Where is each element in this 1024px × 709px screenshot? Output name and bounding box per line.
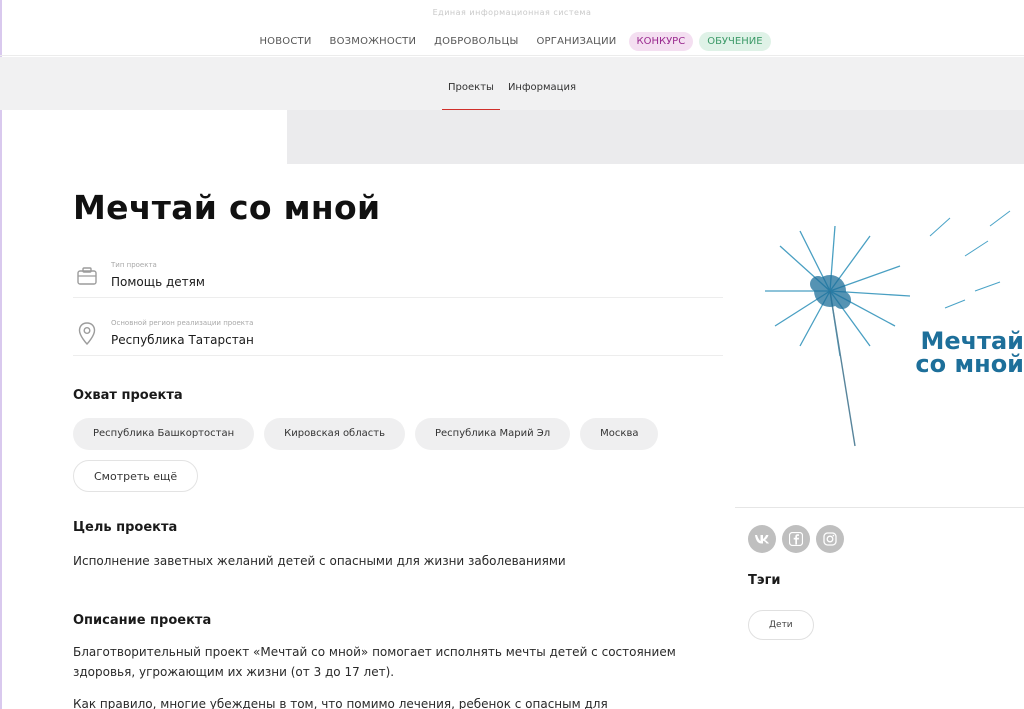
coverage-title: Охват проекта — [73, 388, 183, 403]
cover-banner — [287, 110, 1024, 164]
show-more-button[interactable]: Смотреть ещё — [73, 460, 199, 492]
logo-wordmark: Мечтай со мной — [915, 329, 1024, 378]
description-paragraph-2: Как правило, многие убеждены в том, что … — [73, 697, 608, 709]
project-type-row: Тип проекта Помощь детям — [73, 254, 723, 298]
tab-projects[interactable]: Проекты — [442, 57, 500, 110]
site-tagline: Единая информационная система — [0, 0, 1024, 28]
goal-title: Цель проекта — [73, 520, 178, 535]
main-nav: НОВОСТИ ВОЗМОЖНОСТИ ДОБРОВОЛЬЦЫ ОРГАНИЗА… — [0, 28, 1024, 56]
region-chip[interactable]: Кировская область — [264, 418, 405, 450]
project-region-value: Республика Татарстан — [111, 333, 254, 347]
sub-nav: Проекты Информация — [0, 57, 1024, 110]
briefcase-icon — [73, 262, 101, 290]
description-title: Описание проекта — [73, 613, 212, 628]
goal-text: Исполнение заветных желаний детей с опас… — [73, 554, 566, 568]
nav-item-volunteers[interactable]: ДОБРОВОЛЬЦЫ — [425, 32, 527, 51]
project-region-row: Основной регион реализации проекта Респу… — [73, 312, 723, 356]
tab-information[interactable]: Информация — [506, 57, 578, 110]
vk-icon[interactable] — [748, 525, 776, 553]
sidebar-divider — [735, 507, 1024, 508]
location-pin-icon — [73, 320, 101, 348]
nav-item-education[interactable]: ОБУЧЕНИЕ — [699, 32, 771, 51]
project-type-value: Помощь детям — [111, 275, 205, 289]
nav-item-news[interactable]: НОВОСТИ — [250, 32, 320, 51]
project-logo: Мечтай со мной — [760, 196, 1024, 466]
coverage-regions: Республика Башкортостан Кировская област… — [73, 418, 723, 492]
nav-item-opportunities[interactable]: ВОЗМОЖНОСТИ — [321, 32, 426, 51]
description-paragraph-1: Благотворительный проект «Мечтай со мной… — [73, 645, 676, 679]
region-chip[interactable]: Республика Башкортостан — [73, 418, 255, 450]
tagline-text: Единая информационная система — [432, 8, 592, 17]
tag-chip[interactable]: Дети — [748, 610, 814, 640]
nav-item-organizations[interactable]: ОРГАНИЗАЦИИ — [527, 32, 625, 51]
nav-item-contest[interactable]: КОНКУРС — [628, 32, 694, 51]
social-links — [748, 525, 844, 553]
project-type-label: Тип проекта — [111, 261, 157, 269]
region-chip[interactable]: Республика Марий Эл — [414, 418, 571, 450]
page-title: Мечтай со мной — [73, 188, 381, 227]
project-region-label: Основной регион реализации проекта — [111, 319, 254, 327]
instagram-icon[interactable] — [816, 525, 844, 553]
tags-title: Тэги — [748, 573, 781, 588]
logo-line-2: со мной — [915, 350, 1024, 378]
region-chip[interactable]: Москва — [580, 418, 659, 450]
facebook-icon[interactable] — [782, 525, 810, 553]
